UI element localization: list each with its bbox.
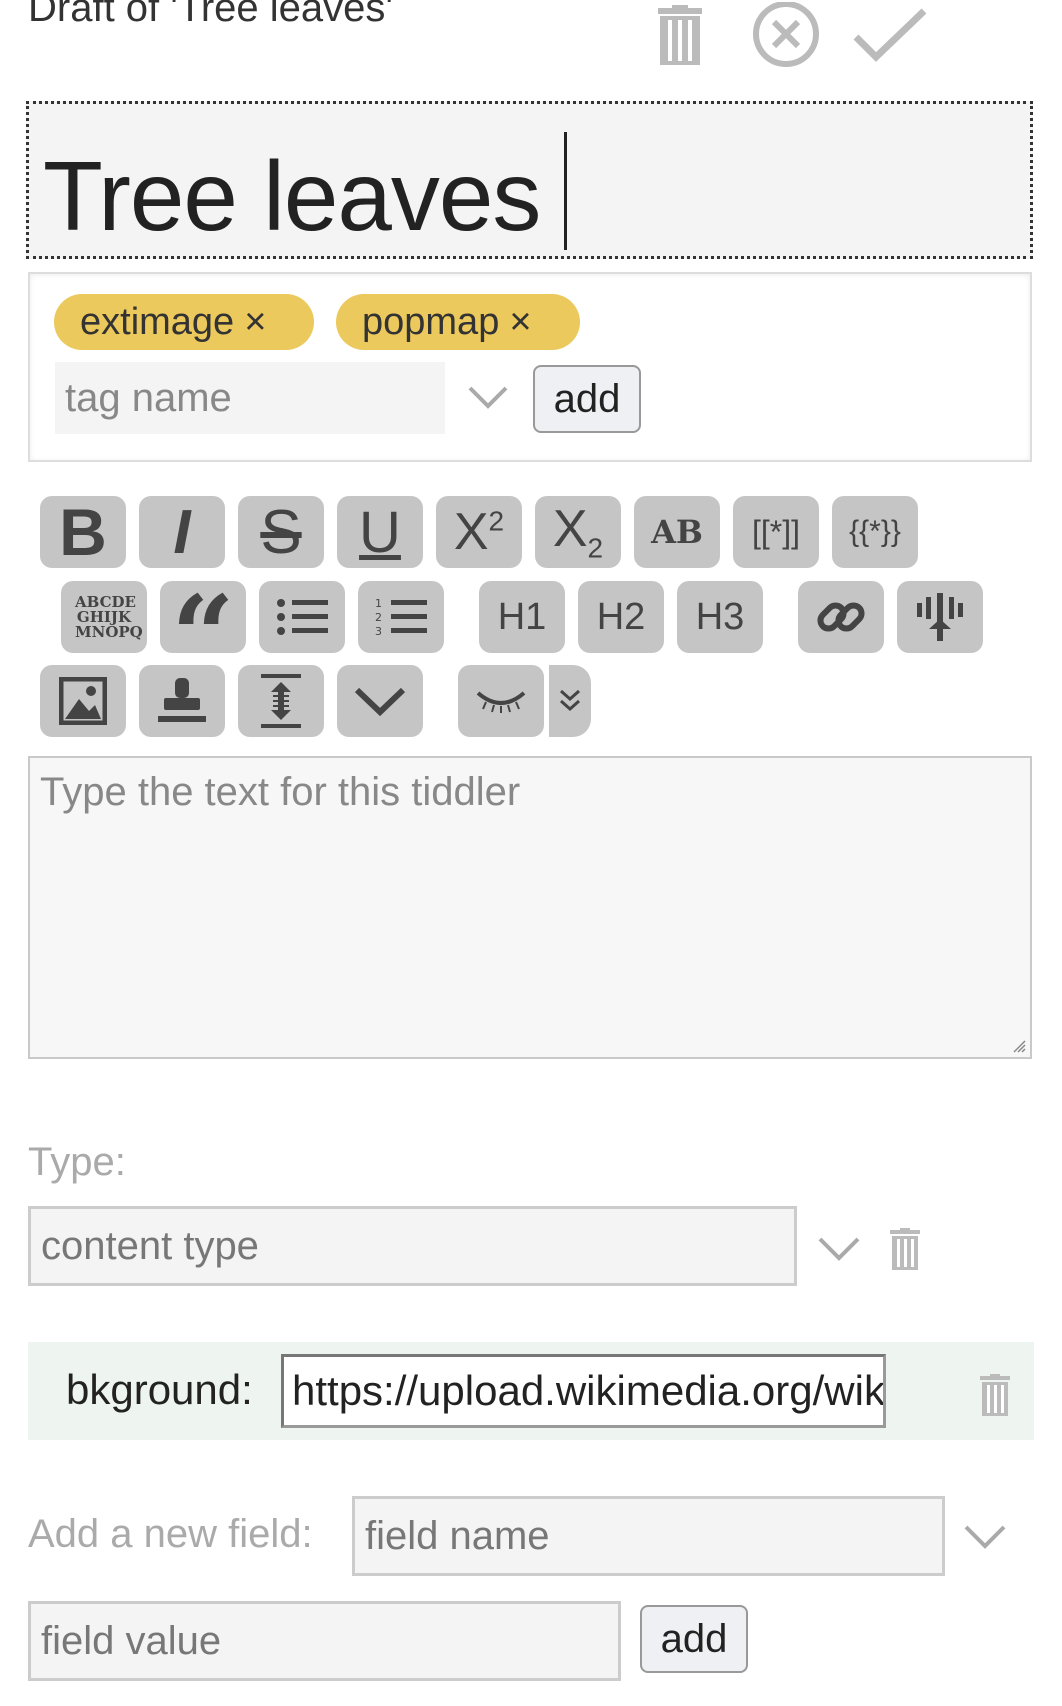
tag-pill-extimage[interactable]: extimage ×	[54, 294, 314, 350]
trash-icon[interactable]	[978, 1374, 1012, 1416]
tag-label: extimage	[80, 300, 235, 343]
remove-tag-icon[interactable]: ×	[509, 303, 531, 341]
chevron-down-icon[interactable]	[468, 384, 508, 410]
trash-icon[interactable]	[888, 1228, 922, 1270]
number-list-icon: 1 2 3	[375, 597, 427, 638]
excise-icon	[917, 593, 963, 641]
title-input[interactable]: Tree leaves	[26, 101, 1033, 259]
add-field-button[interactable]: add	[640, 1605, 748, 1673]
toolbar-mono-line-button[interactable]: AB	[634, 496, 720, 568]
toolbar-superscript-button[interactable]: X2	[436, 496, 522, 568]
type-label: Type:	[28, 1140, 126, 1184]
field-name-label: bkground:	[66, 1366, 253, 1413]
svg-text:1: 1	[375, 597, 382, 610]
field-row-bkground: bkground: https://upload.wikimedia.org/w…	[28, 1342, 1034, 1440]
field-value-input[interactable]: field value	[28, 1601, 621, 1681]
toolbar-heading-2-button[interactable]: H2	[578, 581, 664, 653]
closed-eye-icon	[476, 691, 526, 713]
delete-button[interactable]	[640, 0, 720, 70]
draft-title: Draft of 'Tree leaves'	[28, 0, 394, 30]
toolbar-excise-button[interactable]	[897, 581, 983, 653]
svg-text:3: 3	[375, 625, 382, 638]
toolbar-stamp-button[interactable]	[139, 665, 225, 737]
svg-text:2: 2	[375, 611, 382, 624]
toolbar-quote-button[interactable]: “	[160, 581, 246, 653]
toolbar-subscript-button[interactable]: X2	[535, 496, 621, 568]
checkmark-icon	[853, 8, 927, 62]
cancel-button[interactable]	[746, 0, 826, 70]
image-icon	[59, 677, 107, 725]
toolbar-more-button[interactable]	[337, 665, 423, 737]
toolbar-strikethrough-button[interactable]: S	[238, 496, 324, 568]
circle-x-icon	[753, 2, 819, 67]
toolbar-wikilink-button[interactable]: [[*]]	[733, 496, 819, 568]
toolbar-monospace-block-button[interactable]: ABCDE GHIJK MNOPQ	[61, 581, 147, 653]
toolbar-link-button[interactable]	[798, 581, 884, 653]
toolbar-preview-button[interactable]	[458, 665, 544, 737]
resize-handle-icon[interactable]	[1012, 1039, 1026, 1053]
toolbar-bullet-list-button[interactable]	[259, 581, 345, 653]
chevron-down-icon[interactable]	[818, 1236, 860, 1262]
toolbar-number-list-button[interactable]: 1 2 3	[358, 581, 444, 653]
tag-label: popmap	[362, 300, 500, 343]
toolbar-heading-1-button[interactable]: H1	[479, 581, 565, 653]
double-chevron-down-icon	[560, 689, 580, 712]
stamp-icon	[158, 678, 206, 722]
done-button[interactable]	[850, 0, 930, 70]
toolbar-bold-button[interactable]: B	[40, 495, 126, 569]
editor-height-icon	[261, 674, 301, 728]
body-placeholder: Type the text for this tiddler	[40, 770, 521, 814]
bullet-list-icon	[277, 599, 328, 635]
tag-name-input[interactable]: tag name	[55, 362, 445, 434]
text-caret	[564, 132, 568, 250]
chevron-down-icon[interactable]	[964, 1524, 1006, 1550]
add-tag-button[interactable]: add	[533, 365, 641, 433]
toolbar-editor-height-button[interactable]	[238, 665, 324, 737]
toolbar-picture-button[interactable]	[40, 665, 126, 737]
body-textarea[interactable]: Type the text for this tiddler	[28, 756, 1032, 1059]
content-type-input[interactable]: content type	[28, 1206, 797, 1286]
field-name-input[interactable]: field name	[352, 1496, 945, 1576]
link-icon	[817, 602, 865, 632]
toolbar-underline-button[interactable]: U	[337, 496, 423, 568]
tags-editor: extimage × popmap × tag name add	[28, 272, 1032, 462]
add-field-label: Add a new field:	[28, 1512, 313, 1556]
toolbar-heading-3-button[interactable]: H3	[677, 581, 763, 653]
toolbar-preview-type-button[interactable]	[549, 665, 591, 737]
remove-tag-icon[interactable]: ×	[244, 303, 266, 341]
title-value: Tree leaves	[43, 141, 541, 251]
chevron-down-icon	[354, 687, 406, 716]
toolbar-transclude-button[interactable]: {{*}}	[832, 496, 918, 568]
field-value-input[interactable]: https://upload.wikimedia.org/wikipedia	[281, 1354, 886, 1428]
tag-pill-popmap[interactable]: popmap ×	[336, 294, 580, 350]
trash-icon	[658, 5, 702, 65]
toolbar-italic-button[interactable]: I	[139, 496, 225, 568]
